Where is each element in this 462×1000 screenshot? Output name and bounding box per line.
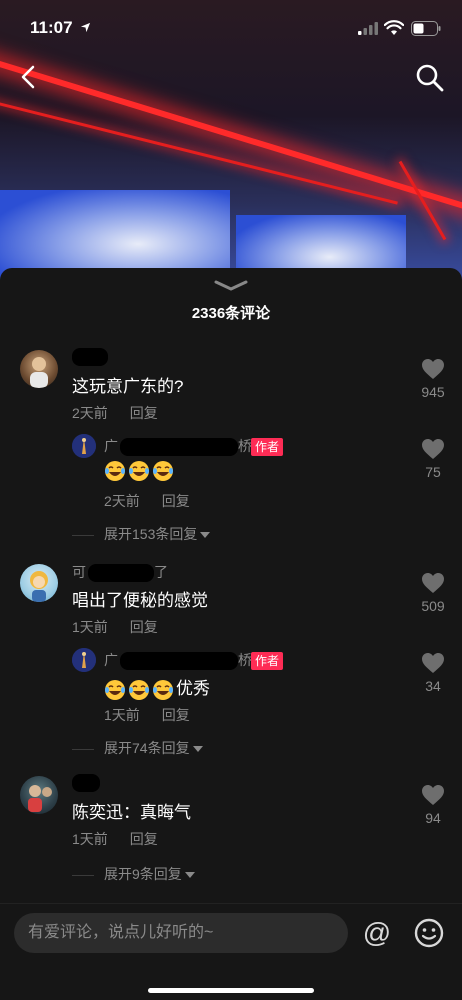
comment-text: 这玩意广东的? <box>72 377 184 396</box>
username[interactable] <box>72 774 100 793</box>
reply-button[interactable]: 回复 <box>130 831 158 847</box>
expand-replies-label: 展开74条回复 <box>104 740 190 756</box>
like-count: 75 <box>425 464 441 480</box>
like-button[interactable]: 75 <box>413 438 453 480</box>
comment-text: 唱出了便秘的感觉 <box>72 591 208 610</box>
laugh-cry-emoji-icon <box>153 679 173 700</box>
comment-input-bar: @ <box>0 903 462 1000</box>
smiley-icon[interactable] <box>412 916 446 950</box>
avatar[interactable] <box>20 350 58 388</box>
comment-time: 1天前 <box>104 707 140 723</box>
comment-meta: 1天前 回复 <box>104 705 190 725</box>
comment-time: 1天前 <box>72 831 108 847</box>
comment-time: 1天前 <box>72 619 108 635</box>
heart-icon <box>422 653 444 673</box>
avatar[interactable] <box>20 776 58 814</box>
username-prefix: 广 <box>104 652 118 668</box>
avatar[interactable] <box>20 564 58 602</box>
expand-replies-button[interactable]: 展开153条回复 <box>72 524 211 544</box>
laugh-cry-emoji-icon <box>105 679 125 700</box>
heart-icon <box>422 785 444 805</box>
comment-count: 2336条评论 <box>191 305 271 322</box>
home-indicator <box>148 988 314 993</box>
like-button[interactable]: 945 <box>413 358 453 400</box>
status-bar: 11:07 <box>0 0 462 58</box>
comment-time: 2天前 <box>104 493 140 509</box>
comment-meta: 1天前 回复 <box>72 617 158 637</box>
username-prefix: 可 <box>72 564 86 580</box>
signal-icon <box>358 22 378 35</box>
mention-button[interactable]: @ <box>360 916 394 950</box>
comment-meta: 1天前 回复 <box>72 829 158 849</box>
username-prefix: 广 <box>104 438 118 454</box>
comment-meta: 2天前 回复 <box>72 403 158 423</box>
comment-input[interactable] <box>14 913 348 953</box>
expand-replies-label: 展开9条回复 <box>104 866 182 882</box>
neon-light <box>0 100 398 205</box>
like-count: 34 <box>425 678 441 694</box>
avatar[interactable] <box>72 648 96 672</box>
caret-down-icon <box>184 872 195 879</box>
like-button[interactable]: 94 <box>413 784 453 826</box>
username-suffix: 了 <box>154 564 168 580</box>
username[interactable]: 广桥 <box>104 436 252 457</box>
username[interactable]: 可了 <box>72 562 168 583</box>
username-suffix: 桥 <box>238 438 252 454</box>
location-arrow-icon <box>80 22 91 33</box>
username-suffix: 桥 <box>238 652 252 668</box>
like-button[interactable]: 509 <box>413 572 453 614</box>
comment-text: 优秀 <box>104 674 210 701</box>
author-badge: 作者 <box>251 652 284 670</box>
chevron-down-icon[interactable] <box>213 278 249 292</box>
wifi-icon <box>384 20 404 35</box>
like-count: 945 <box>421 384 445 400</box>
expand-replies-label: 展开153条回复 <box>104 526 198 542</box>
like-count: 509 <box>421 598 445 614</box>
battery-icon <box>411 21 441 36</box>
reply-button[interactable]: 回复 <box>130 619 158 635</box>
comment-sheet: 2336条评论 这玩意广东的? 2天前回复 945 广桥 作者 2天前回复 <box>0 268 462 908</box>
like-button[interactable]: 34 <box>413 652 453 694</box>
heart-icon <box>422 439 444 459</box>
reply-text: 优秀 <box>176 679 210 698</box>
laugh-cry-emoji-icon <box>153 461 173 481</box>
laugh-cry-emoji-icon <box>129 679 149 700</box>
heart-icon <box>422 359 444 379</box>
like-count: 94 <box>425 810 441 826</box>
caret-down-icon <box>200 532 211 539</box>
heart-icon <box>422 573 444 593</box>
reply-button[interactable]: 回复 <box>130 405 158 421</box>
comment-time: 2天前 <box>72 405 108 421</box>
caret-down-icon <box>192 746 203 753</box>
username[interactable] <box>72 348 108 367</box>
comment-text: 陈奕迅：真晦气 <box>72 803 191 822</box>
expand-replies-button[interactable]: 展开74条回复 <box>72 738 203 758</box>
laugh-cry-emoji-icon <box>105 461 125 481</box>
comment-text <box>104 460 176 482</box>
stage-screen <box>0 190 230 280</box>
laugh-cry-emoji-icon <box>129 461 149 481</box>
author-badge: 作者 <box>251 438 284 456</box>
comment-meta: 2天前 回复 <box>104 491 190 511</box>
expand-replies-button[interactable]: 展开9条回复 <box>72 864 195 884</box>
username[interactable]: 广桥 <box>104 650 252 671</box>
back-icon[interactable] <box>14 62 44 92</box>
reply-button[interactable]: 回复 <box>162 493 190 509</box>
avatar[interactable] <box>72 434 96 458</box>
status-time: 11:07 <box>30 18 73 37</box>
reply-button[interactable]: 回复 <box>162 707 190 723</box>
search-icon[interactable] <box>414 62 446 94</box>
